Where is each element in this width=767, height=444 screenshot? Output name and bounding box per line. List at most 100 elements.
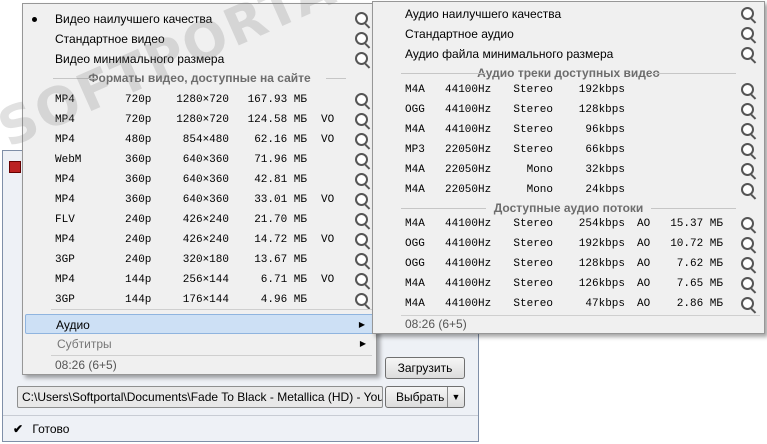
audio-channels: Stereo (513, 258, 553, 270)
format-resolution: 854×480 (182, 134, 229, 146)
save-path-field[interactable]: C:\Users\Softportal\Documents\Fade To Bl… (17, 386, 383, 408)
format-size: 33.01 МБ (254, 194, 307, 206)
video-format-item[interactable]: MP4 480p 854×480 62.16 МБ VO (23, 130, 376, 150)
audio-codec: M4A (405, 124, 425, 136)
format-quality: 480p (125, 134, 152, 146)
zoom-icon[interactable] (741, 143, 754, 156)
zoom-icon[interactable] (355, 153, 368, 166)
audio-preset-standard[interactable]: Стандартное аудио (373, 24, 764, 44)
audio-track-item[interactable]: OGG 44100Hz Stereo 128kbps (373, 100, 764, 120)
zoom-icon[interactable] (741, 103, 754, 116)
video-format-item[interactable]: 3GP 240p 320×180 13.67 МБ (23, 250, 376, 270)
zoom-icon[interactable] (741, 123, 754, 136)
audio-channels: Mono (526, 164, 553, 176)
format-size: 167.93 МБ (247, 94, 307, 106)
format-container: FLV (55, 214, 75, 226)
zoom-icon[interactable] (741, 297, 754, 310)
subtitles-submenu-item[interactable]: Субтитры ▶ (25, 334, 374, 354)
dropdown-arrow-icon[interactable]: ▼ (447, 387, 464, 407)
audio-submenu-item[interactable]: Аудио ▶ (25, 314, 374, 334)
audio-stream-item[interactable]: OGG 44100Hz Stereo 192kbps AO 10.72 МБ (373, 234, 764, 254)
zoom-icon[interactable] (741, 257, 754, 270)
zoom-icon[interactable] (741, 83, 754, 96)
zoom-icon[interactable] (741, 277, 754, 290)
audio-flag: AO (637, 238, 651, 250)
video-format-item[interactable]: WebM 360p 640×360 71.96 МБ (23, 150, 376, 170)
video-preset-minimal[interactable]: Видео минимального размера (23, 49, 376, 69)
zoom-icon[interactable] (741, 217, 754, 230)
zoom-icon[interactable] (355, 253, 368, 266)
audio-size: 7.62 МБ (676, 258, 723, 270)
format-flag: VO (321, 234, 335, 246)
format-container: MP4 (55, 234, 75, 246)
video-format-item[interactable]: MP4 720p 1280×720 124.58 МБ VO (23, 110, 376, 130)
audio-stream-item[interactable]: OGG 44100Hz Stereo 128kbps AO 7.62 МБ (373, 254, 764, 274)
audio-size: 15.37 МБ (670, 218, 723, 230)
zoom-icon[interactable] (741, 183, 754, 196)
zoom-icon[interactable] (741, 27, 754, 40)
audio-preset-minimal[interactable]: Аудио файла минимального размера (373, 44, 764, 64)
select-button[interactable]: Выбрать ▼ (385, 386, 465, 408)
format-resolution: 176×144 (182, 294, 229, 306)
format-quality: 720p (125, 94, 152, 106)
video-format-item[interactable]: FLV 240p 426×240 21.70 МБ (23, 210, 376, 230)
audio-stream-item[interactable]: M4A 44100Hz Stereo 47kbps AO 2.86 МБ (373, 294, 764, 314)
audio-codec: M4A (405, 218, 425, 230)
zoom-icon[interactable] (355, 293, 368, 306)
zoom-icon[interactable] (355, 133, 368, 146)
status-text: Готово (32, 422, 70, 436)
video-format-item[interactable]: 3GP 144p 176×144 4.96 МБ (23, 290, 376, 310)
audio-rate: 44100Hz (445, 278, 492, 290)
audio-track-item[interactable]: M4A 22050Hz Mono 24kbps (373, 180, 764, 200)
download-button[interactable]: Загрузить (385, 357, 465, 379)
format-quality: 360p (125, 194, 152, 206)
audio-bitrate: 128kbps (578, 258, 625, 270)
audio-bitrate: 192kbps (578, 84, 625, 96)
audio-channels: Mono (526, 184, 553, 196)
audio-preset-best[interactable]: Аудио наилучшего качества (373, 4, 764, 24)
video-format-item[interactable]: MP4 720p 1280×720 167.93 МБ (23, 90, 376, 110)
format-size: 42.81 МБ (254, 174, 307, 186)
format-quality: 144p (125, 274, 152, 286)
zoom-icon[interactable] (741, 7, 754, 20)
zoom-icon[interactable] (355, 52, 368, 65)
audio-rate: 44100Hz (445, 238, 492, 250)
format-resolution: 640×360 (182, 194, 229, 206)
video-preset-best[interactable]: Видео наилучшего качества (23, 9, 376, 29)
audio-track-item[interactable]: MP3 22050Hz Stereo 66kbps (373, 140, 764, 160)
zoom-icon[interactable] (355, 93, 368, 106)
video-preset-standard[interactable]: Стандартное видео (23, 29, 376, 49)
zoom-icon[interactable] (741, 47, 754, 60)
format-size: 13.67 МБ (254, 254, 307, 266)
format-resolution: 320×180 (182, 254, 229, 266)
video-format-item[interactable]: MP4 360p 640×360 33.01 МБ VO (23, 190, 376, 210)
zoom-icon[interactable] (355, 193, 368, 206)
video-format-item[interactable]: MP4 144p 256×144 6.71 МБ VO (23, 270, 376, 290)
video-format-item[interactable]: MP4 360p 640×360 42.81 МБ (23, 170, 376, 190)
audio-channels: Stereo (513, 84, 553, 96)
selected-bullet-icon (32, 17, 37, 22)
zoom-icon[interactable] (355, 213, 368, 226)
audio-rate: 44100Hz (445, 298, 492, 310)
submenu-arrow-icon: ▶ (359, 339, 366, 348)
audio-stream-item[interactable]: M4A 44100Hz Stereo 126kbps AO 7.65 МБ (373, 274, 764, 294)
zoom-icon[interactable] (355, 173, 368, 186)
audio-codec: OGG (405, 104, 425, 116)
video-format-item[interactable]: MP4 240p 426×240 14.72 МБ VO (23, 230, 376, 250)
audio-track-item[interactable]: M4A 44100Hz Stereo 96kbps (373, 120, 764, 140)
zoom-icon[interactable] (355, 32, 368, 45)
zoom-icon[interactable] (355, 233, 368, 246)
separator (51, 309, 372, 310)
audio-stream-item[interactable]: M4A 44100Hz Stereo 254kbps AO 15.37 МБ (373, 214, 764, 234)
audio-track-item[interactable]: M4A 44100Hz Stereo 192kbps (373, 80, 764, 100)
format-container: MP4 (55, 94, 75, 106)
zoom-icon[interactable] (355, 12, 368, 25)
zoom-icon[interactable] (355, 113, 368, 126)
menu-item-label: Видео наилучшего качества (55, 12, 213, 26)
zoom-icon[interactable] (355, 273, 368, 286)
audio-track-item[interactable]: M4A 22050Hz Mono 32kbps (373, 160, 764, 180)
format-quality: 144p (125, 294, 152, 306)
audio-flag: AO (637, 218, 651, 230)
zoom-icon[interactable] (741, 237, 754, 250)
zoom-icon[interactable] (741, 163, 754, 176)
